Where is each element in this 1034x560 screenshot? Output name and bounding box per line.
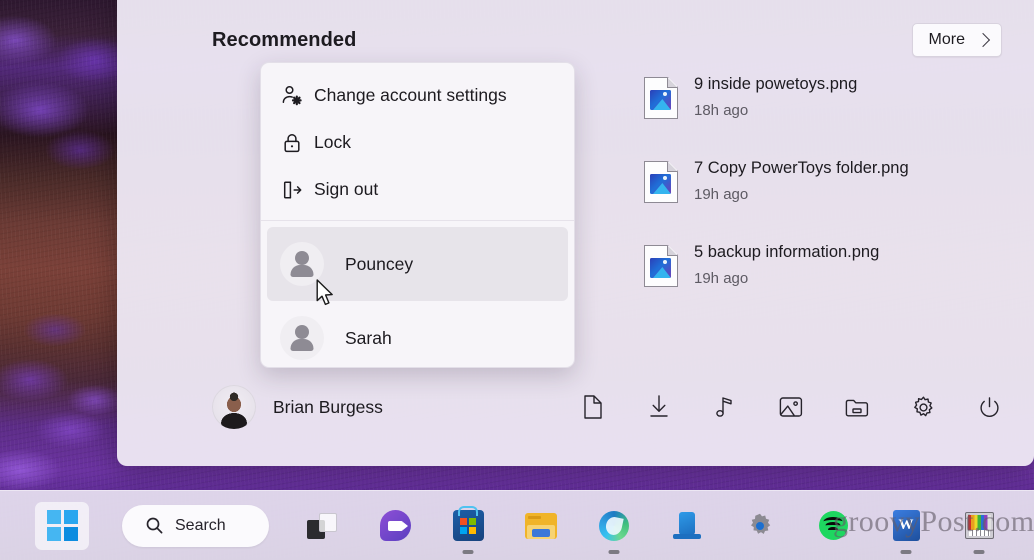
file-name: 5 backup information.png (694, 243, 879, 261)
microsoft-store-icon (453, 510, 484, 541)
sign-out-icon (280, 178, 314, 202)
taskbar-app-chat[interactable] (375, 506, 415, 546)
more-button[interactable]: More (912, 23, 1002, 57)
flyout-item-label: Sign out (314, 179, 378, 200)
paint-icon (965, 512, 994, 539)
search-icon (145, 516, 164, 535)
flyout-user-label: Sarah (345, 328, 392, 349)
file-name: 9 inside powetoys.png (694, 75, 857, 93)
settings-gear-icon (746, 512, 774, 540)
documents-icon[interactable] (580, 394, 606, 420)
windows-logo-icon (47, 510, 78, 541)
taskbar: Search (0, 490, 1034, 560)
microsoft-word-icon: W (893, 510, 920, 541)
flyout-item-label: Lock (314, 132, 351, 153)
png-file-icon (644, 245, 678, 287)
taskbar-app-phone-link[interactable] (667, 506, 707, 546)
file-time: 18h ago (694, 102, 857, 119)
file-time: 19h ago (694, 270, 879, 287)
flyout-user-pouncey[interactable]: Pouncey (267, 227, 568, 301)
downloads-icon[interactable] (646, 394, 672, 420)
start-menu-footer: Brian Burgess (212, 381, 1002, 433)
flyout-user-sarah[interactable]: Sarah (267, 301, 568, 368)
taskbar-app-microsoft-edge[interactable] (594, 506, 634, 546)
settings-gear-icon[interactable] (910, 394, 936, 420)
user-settings-icon (280, 84, 314, 108)
start-button[interactable] (35, 502, 89, 550)
recommended-file-list: 9 inside powetoys.png 18h ago 7 Copy Pow… (644, 75, 1024, 327)
network-folder-icon[interactable] (844, 394, 870, 420)
recommended-header: Recommended More (212, 20, 1002, 60)
account-flyout-menu: Change account settings Lock Sign ou (260, 62, 575, 368)
taskbar-app-paint[interactable] (959, 506, 999, 546)
quick-access-icons (580, 394, 1002, 420)
flyout-item-sign-out[interactable]: Sign out (261, 166, 574, 213)
png-file-icon (644, 161, 678, 203)
chat-icon (380, 510, 411, 541)
pictures-icon[interactable] (778, 394, 804, 420)
png-file-icon (644, 77, 678, 119)
recommended-item[interactable]: 7 Copy PowerToys folder.png 19h ago (644, 159, 1024, 243)
running-indicator (609, 550, 620, 554)
mouse-cursor (316, 279, 337, 314)
chevron-right-icon (976, 32, 990, 46)
user-avatar-icon (280, 316, 324, 360)
file-explorer-icon (525, 513, 557, 539)
taskbar-app-microsoft-store[interactable] (448, 506, 488, 546)
search-label: Search (175, 517, 226, 535)
file-time: 19h ago (694, 186, 909, 203)
flyout-item-change-account-settings[interactable]: Change account settings (261, 72, 574, 119)
flyout-item-label: Change account settings (314, 85, 507, 106)
start-menu-panel: Recommended More 9 inside powetoys.png 1… (117, 0, 1034, 466)
power-icon[interactable] (976, 394, 1002, 420)
flyout-user-label: Pouncey (345, 254, 413, 275)
account-button[interactable]: Brian Burgess (212, 385, 383, 429)
music-icon[interactable] (712, 394, 738, 420)
avatar (212, 385, 256, 429)
task-view-icon (307, 513, 337, 539)
microsoft-edge-icon (599, 511, 629, 541)
taskbar-app-file-explorer[interactable] (521, 506, 561, 546)
lock-icon (280, 131, 314, 155)
more-button-label: More (929, 31, 965, 49)
flyout-divider (261, 220, 574, 221)
recommended-title: Recommended (212, 29, 356, 52)
recommended-item[interactable]: 9 inside powetoys.png 18h ago (644, 75, 1024, 159)
phone-link-icon (673, 512, 701, 539)
running-indicator (974, 550, 985, 554)
running-indicator (901, 550, 912, 554)
recommended-item[interactable]: 5 backup information.png 19h ago (644, 243, 1024, 327)
taskbar-app-spotify[interactable] (813, 506, 853, 546)
taskbar-app-microsoft-word[interactable]: W (886, 506, 926, 546)
file-name: 7 Copy PowerToys folder.png (694, 159, 909, 177)
taskbar-app-settings[interactable] (740, 506, 780, 546)
taskbar-app-task-view[interactable] (302, 506, 342, 546)
flyout-item-lock[interactable]: Lock (261, 119, 574, 166)
running-indicator (463, 550, 474, 554)
spotify-icon (819, 511, 848, 540)
search-input[interactable]: Search (122, 505, 269, 547)
account-name: Brian Burgess (273, 397, 383, 418)
